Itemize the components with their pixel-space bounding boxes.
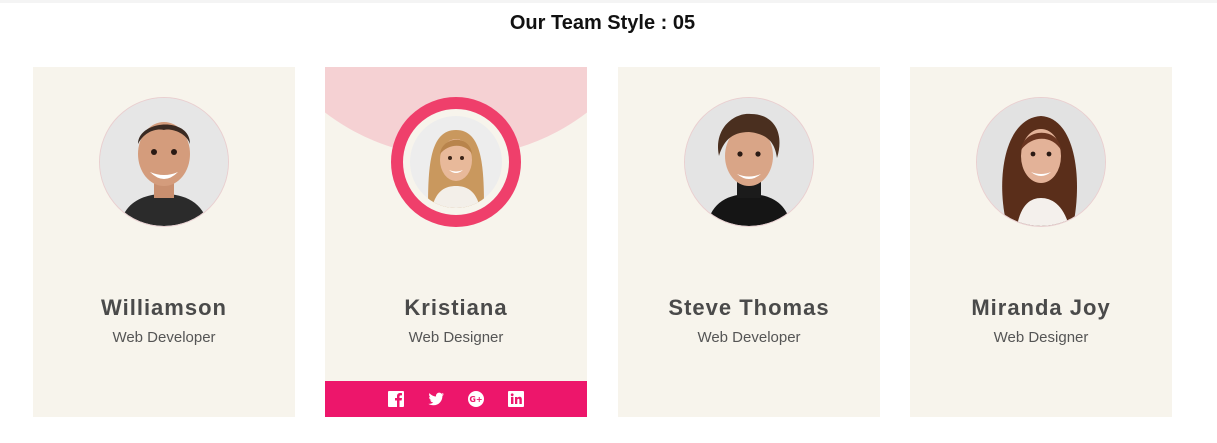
member-role: Web Designer [408, 329, 504, 346]
member-name: Miranda Joy [971, 295, 1111, 320]
linkedin-icon[interactable] [507, 390, 525, 408]
member-role: Web Designer [993, 329, 1089, 346]
avatar [684, 97, 814, 227]
avatar-photo [410, 116, 502, 208]
section-title: Our Team Style : 05 [509, 12, 696, 34]
avatar [976, 97, 1106, 227]
twitter-icon[interactable] [427, 390, 445, 408]
member-name: Steve Thomas [668, 295, 830, 320]
social-links-bar: G+ [325, 381, 587, 417]
member-name: Williamson [101, 295, 227, 320]
member-role: Web Developer [112, 329, 216, 346]
avatar [99, 97, 229, 227]
google-plus-icon[interactable]: G+ [467, 390, 485, 408]
svg-text:G+: G+ [469, 395, 482, 404]
avatar-photo [685, 98, 813, 226]
team-card-miranda-joy[interactable]: Miranda Joy Web Designer [910, 67, 1172, 417]
facebook-icon[interactable] [387, 390, 405, 408]
team-card-williamson[interactable]: Williamson Web Developer [33, 67, 295, 417]
avatar-photo [977, 98, 1105, 226]
avatar-photo [100, 98, 228, 226]
top-divider [0, 0, 1217, 3]
avatar [391, 97, 521, 227]
team-card-steve-thomas[interactable]: Steve Thomas Web Developer [618, 67, 880, 417]
member-name: Kristiana [404, 295, 508, 320]
team-card-kristiana[interactable]: Kristiana Web Designer G+ [325, 67, 587, 417]
member-role: Web Developer [697, 329, 801, 346]
